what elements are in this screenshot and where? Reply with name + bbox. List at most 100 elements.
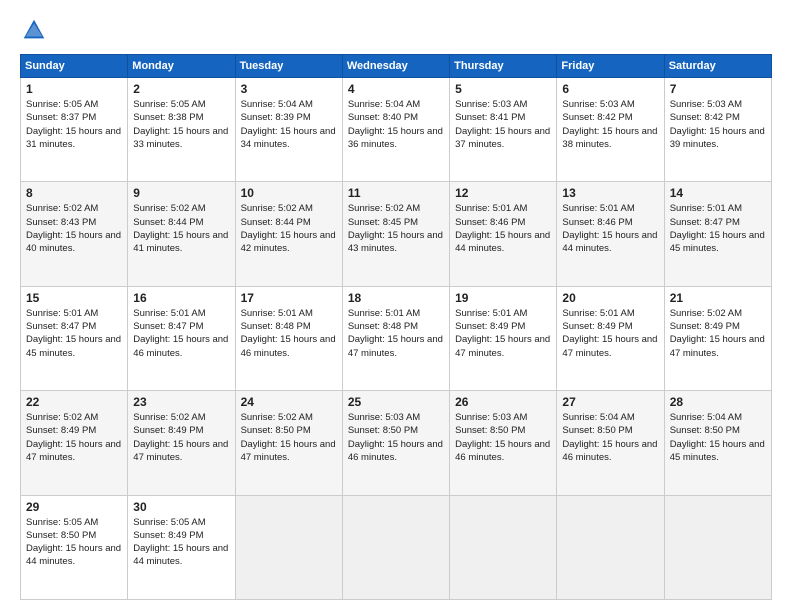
day-number: 3 <box>241 82 337 96</box>
calendar-day-19: 19 Sunrise: 5:01 AM Sunset: 8:49 PM Dayl… <box>450 286 557 390</box>
logo <box>20 16 52 44</box>
day-info: Sunrise: 5:02 AM Sunset: 8:49 PM Dayligh… <box>133 411 229 464</box>
day-number: 24 <box>241 395 337 409</box>
calendar-day-20: 20 Sunrise: 5:01 AM Sunset: 8:49 PM Dayl… <box>557 286 664 390</box>
calendar-day-7: 7 Sunrise: 5:03 AM Sunset: 8:42 PM Dayli… <box>664 78 771 182</box>
calendar-day-6: 6 Sunrise: 5:03 AM Sunset: 8:42 PM Dayli… <box>557 78 664 182</box>
day-info: Sunrise: 5:01 AM Sunset: 8:46 PM Dayligh… <box>562 202 658 255</box>
calendar-day-2: 2 Sunrise: 5:05 AM Sunset: 8:38 PM Dayli… <box>128 78 235 182</box>
calendar-day-10: 10 Sunrise: 5:02 AM Sunset: 8:44 PM Dayl… <box>235 182 342 286</box>
day-info: Sunrise: 5:02 AM Sunset: 8:49 PM Dayligh… <box>26 411 122 464</box>
day-number: 13 <box>562 186 658 200</box>
col-header-friday: Friday <box>557 55 664 78</box>
calendar-day-18: 18 Sunrise: 5:01 AM Sunset: 8:48 PM Dayl… <box>342 286 449 390</box>
day-info: Sunrise: 5:04 AM Sunset: 8:50 PM Dayligh… <box>670 411 766 464</box>
calendar-day-28: 28 Sunrise: 5:04 AM Sunset: 8:50 PM Dayl… <box>664 391 771 495</box>
day-number: 30 <box>133 500 229 514</box>
calendar-week-5: 29 Sunrise: 5:05 AM Sunset: 8:50 PM Dayl… <box>21 495 772 599</box>
day-number: 16 <box>133 291 229 305</box>
col-header-sunday: Sunday <box>21 55 128 78</box>
calendar-day-16: 16 Sunrise: 5:01 AM Sunset: 8:47 PM Dayl… <box>128 286 235 390</box>
calendar-day-11: 11 Sunrise: 5:02 AM Sunset: 8:45 PM Dayl… <box>342 182 449 286</box>
day-info: Sunrise: 5:03 AM Sunset: 8:50 PM Dayligh… <box>455 411 551 464</box>
page: SundayMondayTuesdayWednesdayThursdayFrid… <box>0 0 792 612</box>
day-number: 8 <box>26 186 122 200</box>
day-info: Sunrise: 5:04 AM Sunset: 8:40 PM Dayligh… <box>348 98 444 151</box>
calendar-day-17: 17 Sunrise: 5:01 AM Sunset: 8:48 PM Dayl… <box>235 286 342 390</box>
day-info: Sunrise: 5:01 AM Sunset: 8:48 PM Dayligh… <box>348 307 444 360</box>
day-info: Sunrise: 5:03 AM Sunset: 8:42 PM Dayligh… <box>562 98 658 151</box>
col-header-saturday: Saturday <box>664 55 771 78</box>
header <box>20 16 772 44</box>
day-info: Sunrise: 5:03 AM Sunset: 8:50 PM Dayligh… <box>348 411 444 464</box>
day-info: Sunrise: 5:02 AM Sunset: 8:45 PM Dayligh… <box>348 202 444 255</box>
day-number: 5 <box>455 82 551 96</box>
empty-cell <box>557 495 664 599</box>
calendar-day-13: 13 Sunrise: 5:01 AM Sunset: 8:46 PM Dayl… <box>557 182 664 286</box>
day-number: 28 <box>670 395 766 409</box>
empty-cell <box>664 495 771 599</box>
day-info: Sunrise: 5:01 AM Sunset: 8:48 PM Dayligh… <box>241 307 337 360</box>
day-number: 6 <box>562 82 658 96</box>
day-number: 26 <box>455 395 551 409</box>
calendar-day-26: 26 Sunrise: 5:03 AM Sunset: 8:50 PM Dayl… <box>450 391 557 495</box>
day-info: Sunrise: 5:01 AM Sunset: 8:46 PM Dayligh… <box>455 202 551 255</box>
day-info: Sunrise: 5:02 AM Sunset: 8:49 PM Dayligh… <box>670 307 766 360</box>
day-number: 12 <box>455 186 551 200</box>
day-info: Sunrise: 5:01 AM Sunset: 8:49 PM Dayligh… <box>562 307 658 360</box>
empty-cell <box>450 495 557 599</box>
calendar-day-29: 29 Sunrise: 5:05 AM Sunset: 8:50 PM Dayl… <box>21 495 128 599</box>
calendar-table: SundayMondayTuesdayWednesdayThursdayFrid… <box>20 54 772 600</box>
day-number: 14 <box>670 186 766 200</box>
day-number: 11 <box>348 186 444 200</box>
calendar-day-9: 9 Sunrise: 5:02 AM Sunset: 8:44 PM Dayli… <box>128 182 235 286</box>
day-number: 25 <box>348 395 444 409</box>
day-number: 17 <box>241 291 337 305</box>
day-info: Sunrise: 5:01 AM Sunset: 8:47 PM Dayligh… <box>670 202 766 255</box>
calendar-week-2: 8 Sunrise: 5:02 AM Sunset: 8:43 PM Dayli… <box>21 182 772 286</box>
day-info: Sunrise: 5:05 AM Sunset: 8:37 PM Dayligh… <box>26 98 122 151</box>
calendar-week-4: 22 Sunrise: 5:02 AM Sunset: 8:49 PM Dayl… <box>21 391 772 495</box>
day-info: Sunrise: 5:03 AM Sunset: 8:41 PM Dayligh… <box>455 98 551 151</box>
day-number: 15 <box>26 291 122 305</box>
calendar-day-14: 14 Sunrise: 5:01 AM Sunset: 8:47 PM Dayl… <box>664 182 771 286</box>
day-number: 10 <box>241 186 337 200</box>
empty-cell <box>342 495 449 599</box>
day-number: 21 <box>670 291 766 305</box>
day-number: 4 <box>348 82 444 96</box>
calendar-day-21: 21 Sunrise: 5:02 AM Sunset: 8:49 PM Dayl… <box>664 286 771 390</box>
logo-icon <box>20 16 48 44</box>
day-info: Sunrise: 5:01 AM Sunset: 8:47 PM Dayligh… <box>26 307 122 360</box>
calendar-day-30: 30 Sunrise: 5:05 AM Sunset: 8:49 PM Dayl… <box>128 495 235 599</box>
col-header-thursday: Thursday <box>450 55 557 78</box>
calendar-day-22: 22 Sunrise: 5:02 AM Sunset: 8:49 PM Dayl… <box>21 391 128 495</box>
calendar-day-4: 4 Sunrise: 5:04 AM Sunset: 8:40 PM Dayli… <box>342 78 449 182</box>
calendar-day-15: 15 Sunrise: 5:01 AM Sunset: 8:47 PM Dayl… <box>21 286 128 390</box>
day-info: Sunrise: 5:03 AM Sunset: 8:42 PM Dayligh… <box>670 98 766 151</box>
day-info: Sunrise: 5:05 AM Sunset: 8:49 PM Dayligh… <box>133 516 229 569</box>
calendar-day-27: 27 Sunrise: 5:04 AM Sunset: 8:50 PM Dayl… <box>557 391 664 495</box>
calendar-week-1: 1 Sunrise: 5:05 AM Sunset: 8:37 PM Dayli… <box>21 78 772 182</box>
empty-cell <box>235 495 342 599</box>
day-number: 20 <box>562 291 658 305</box>
day-info: Sunrise: 5:04 AM Sunset: 8:50 PM Dayligh… <box>562 411 658 464</box>
day-number: 23 <box>133 395 229 409</box>
calendar-day-3: 3 Sunrise: 5:04 AM Sunset: 8:39 PM Dayli… <box>235 78 342 182</box>
day-info: Sunrise: 5:01 AM Sunset: 8:47 PM Dayligh… <box>133 307 229 360</box>
col-header-monday: Monday <box>128 55 235 78</box>
day-number: 7 <box>670 82 766 96</box>
day-info: Sunrise: 5:02 AM Sunset: 8:50 PM Dayligh… <box>241 411 337 464</box>
col-header-tuesday: Tuesday <box>235 55 342 78</box>
day-info: Sunrise: 5:05 AM Sunset: 8:38 PM Dayligh… <box>133 98 229 151</box>
calendar-day-12: 12 Sunrise: 5:01 AM Sunset: 8:46 PM Dayl… <box>450 182 557 286</box>
day-info: Sunrise: 5:02 AM Sunset: 8:43 PM Dayligh… <box>26 202 122 255</box>
calendar-day-5: 5 Sunrise: 5:03 AM Sunset: 8:41 PM Dayli… <box>450 78 557 182</box>
day-info: Sunrise: 5:05 AM Sunset: 8:50 PM Dayligh… <box>26 516 122 569</box>
calendar-header-row: SundayMondayTuesdayWednesdayThursdayFrid… <box>21 55 772 78</box>
day-info: Sunrise: 5:02 AM Sunset: 8:44 PM Dayligh… <box>133 202 229 255</box>
day-info: Sunrise: 5:02 AM Sunset: 8:44 PM Dayligh… <box>241 202 337 255</box>
calendar-day-24: 24 Sunrise: 5:02 AM Sunset: 8:50 PM Dayl… <box>235 391 342 495</box>
calendar-day-25: 25 Sunrise: 5:03 AM Sunset: 8:50 PM Dayl… <box>342 391 449 495</box>
calendar-day-1: 1 Sunrise: 5:05 AM Sunset: 8:37 PM Dayli… <box>21 78 128 182</box>
day-number: 27 <box>562 395 658 409</box>
